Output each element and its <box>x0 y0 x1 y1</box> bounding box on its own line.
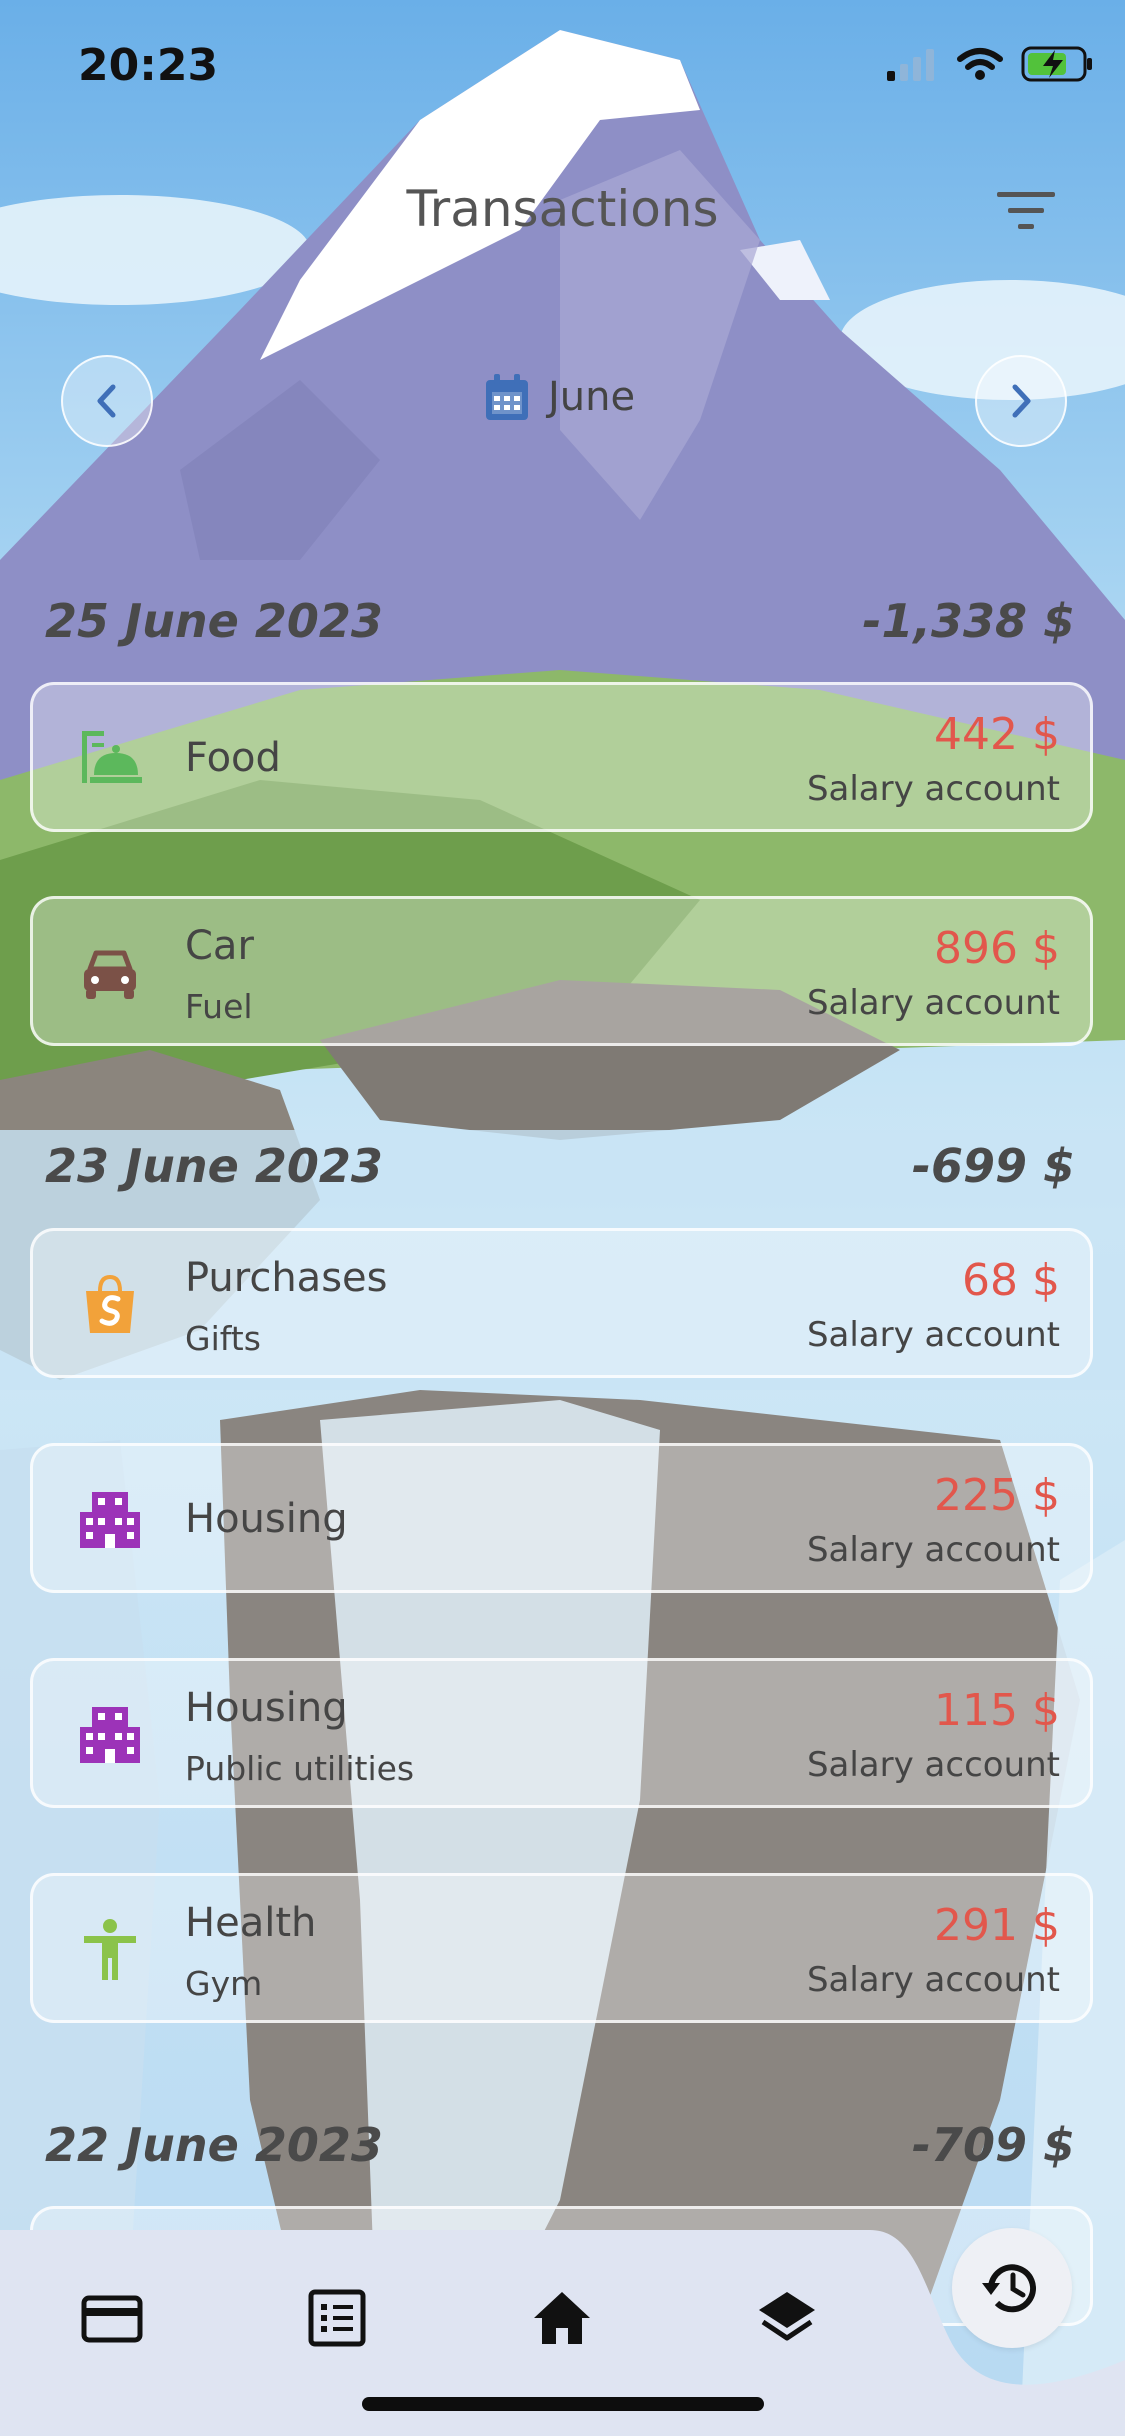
transaction-amount: 68 $ <box>962 1255 1060 1306</box>
transaction-amount: 442 $ <box>934 709 1060 760</box>
transaction-account: Salary account <box>806 983 1060 1023</box>
page-title: Transactions <box>406 180 719 238</box>
month-selector[interactable]: June <box>484 372 635 422</box>
transaction-amount: 115 $ <box>934 1685 1060 1736</box>
transaction-card[interactable]: Housing 225 $ Salary account <box>30 1443 1093 1593</box>
day-date: 22 June 2023 <box>45 2118 383 2172</box>
transaction-card[interactable]: Car Fuel 896 $ Salary account <box>30 896 1093 1046</box>
transaction-category: Food <box>185 735 281 781</box>
car-icon <box>84 950 136 999</box>
transaction-account: Salary account <box>806 1315 1060 1355</box>
building-icon <box>80 1707 140 1763</box>
day-total: -709 $ <box>911 2118 1075 2172</box>
shopping-bag-icon <box>86 1274 134 1333</box>
history-button[interactable] <box>952 2228 1072 2348</box>
day-total: -1,338 $ <box>862 594 1075 648</box>
layers-icon <box>759 2292 815 2341</box>
transaction-card[interactable]: Purchases Gifts 68 $ Salary account <box>30 1228 1093 1378</box>
chevron-right-icon <box>1012 384 1031 418</box>
wifi-icon <box>957 48 1003 80</box>
transaction-amount: 225 $ <box>934 1470 1060 1521</box>
chevron-left-icon <box>97 384 116 418</box>
day-header: 23 June 2023 -699 $ <box>45 1139 1075 1193</box>
day-date: 25 June 2023 <box>45 594 383 648</box>
transaction-category: Housing <box>185 1685 348 1731</box>
day-header: 22 June 2023 -709 $ <box>45 2118 1075 2172</box>
transaction-category: Health <box>185 1900 317 1946</box>
transaction-card[interactable]: Food 442 $ Salary account <box>30 682 1093 832</box>
history-icon <box>982 2264 1036 2313</box>
cellular-signal-icon <box>887 49 934 81</box>
day-total: -699 $ <box>911 1139 1075 1193</box>
transaction-amount: 896 $ <box>934 923 1060 974</box>
transaction-account: Salary account <box>806 1960 1060 2000</box>
status-time: 20:23 <box>78 40 219 91</box>
transaction-subcategory: Gym <box>185 1964 263 2003</box>
battery-icon <box>1021 46 1092 82</box>
home-icon <box>534 2292 590 2344</box>
home-indicator <box>362 2397 764 2411</box>
calendar-icon <box>486 374 528 420</box>
filter-icon <box>997 192 1055 229</box>
next-month-button[interactable] <box>975 355 1067 447</box>
building-icon <box>80 1492 140 1548</box>
tab-list[interactable] <box>305 2286 369 2350</box>
list-icon <box>308 2289 366 2347</box>
transaction-card[interactable]: Health Gym 291 $ Salary account <box>30 1873 1093 2023</box>
day-header: 25 June 2023 -1,338 $ <box>45 594 1075 648</box>
credit-card-icon <box>81 2295 143 2343</box>
transaction-category: Purchases <box>185 1255 388 1301</box>
transaction-category: Housing <box>185 1496 348 1542</box>
person-icon <box>84 1919 136 1980</box>
food-icon <box>82 731 142 783</box>
day-date: 23 June 2023 <box>45 1139 383 1193</box>
background-illustration <box>0 0 1125 2436</box>
transaction-category: Car <box>185 923 254 969</box>
transaction-account: Salary account <box>806 769 1060 809</box>
tab-home[interactable] <box>530 2286 594 2350</box>
filter-button[interactable] <box>995 186 1057 236</box>
transaction-account: Salary account <box>806 1530 1060 1570</box>
status-icons <box>887 46 1095 82</box>
transaction-card[interactable]: Housing Public utilities 115 $ Salary ac… <box>30 1658 1093 1808</box>
tab-layers[interactable] <box>755 2286 819 2350</box>
tab-cards[interactable] <box>80 2286 144 2350</box>
month-label: June <box>548 374 636 420</box>
previous-month-button[interactable] <box>61 355 153 447</box>
transaction-amount: 291 $ <box>934 1900 1060 1951</box>
transaction-account: Salary account <box>806 1745 1060 1785</box>
transaction-subcategory: Gifts <box>185 1319 261 1358</box>
transaction-subcategory: Fuel <box>185 987 253 1026</box>
transaction-subcategory: Public utilities <box>185 1749 415 1788</box>
